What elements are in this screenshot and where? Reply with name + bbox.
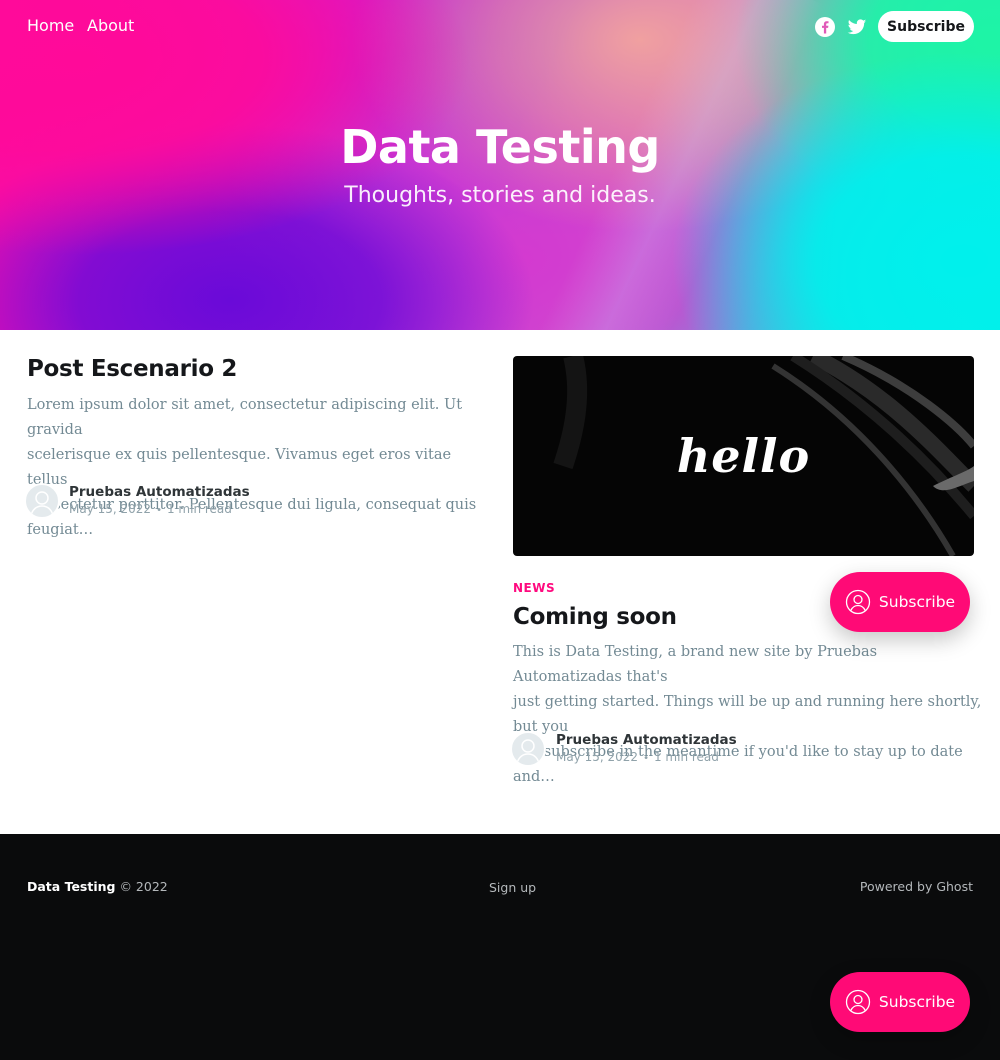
facebook-icon[interactable] <box>814 16 836 38</box>
author-name[interactable]: Pruebas Automatizadas <box>69 484 250 500</box>
nav-home-link[interactable]: Home <box>27 16 74 35</box>
post-excerpt[interactable]: Lorem ipsum dolor sit amet, consectetur … <box>27 393 487 543</box>
floating-subscribe-button[interactable]: Subscribe <box>830 572 970 632</box>
site-title: Data Testing <box>340 120 660 174</box>
post-meta: May 15, 2022 • 1 min read <box>556 750 719 764</box>
user-circle-icon <box>845 589 871 615</box>
post-date: May 15, 2022 <box>69 502 152 516</box>
twitter-icon[interactable] <box>846 16 868 38</box>
post-excerpt[interactable]: This is Data Testing, a brand new site b… <box>513 640 983 790</box>
site-description: Thoughts, stories and ideas. <box>344 183 656 208</box>
post-feature-image[interactable]: hello <box>513 356 974 556</box>
excerpt-line: consectetur porttitor. Pellentesque dui … <box>27 497 477 538</box>
floating-subscribe-button[interactable]: Subscribe <box>830 972 970 1032</box>
meta-separator: • <box>643 753 649 764</box>
reading-time: 1 min read <box>166 502 232 516</box>
floating-subscribe-label: Subscribe <box>878 993 956 1011</box>
excerpt-line: Lorem ipsum dolor sit amet, consectetur … <box>27 397 463 438</box>
post-title[interactable]: Coming soon <box>513 604 677 630</box>
footer-signup-link[interactable]: Sign up <box>489 880 536 895</box>
author-name[interactable]: Pruebas Automatizadas <box>556 732 737 748</box>
footer-site-link[interactable]: Data Testing <box>27 879 115 894</box>
header-subscribe-button[interactable]: Subscribe <box>878 11 974 42</box>
reading-time: 1 min read <box>653 750 719 764</box>
nav-about-link[interactable]: About <box>87 16 134 35</box>
powered-by-ghost-link[interactable]: Powered by Ghost <box>860 879 973 894</box>
user-circle-icon <box>845 989 871 1015</box>
footer-copyright: Data Testing © 2022 <box>27 879 168 894</box>
site-header: Home About Subscribe Data Testing Though… <box>0 0 1000 330</box>
post-meta: May 15, 2022 • 1 min read <box>69 502 232 516</box>
floating-subscribe-label: Subscribe <box>878 593 956 611</box>
author-avatar[interactable] <box>510 731 546 767</box>
post-title[interactable]: Post Escenario 2 <box>27 356 237 382</box>
post-tag[interactable]: NEWS <box>513 581 555 595</box>
excerpt-line: This is Data Testing, a brand new site b… <box>513 644 878 685</box>
copyright-text: © 2022 <box>119 879 168 894</box>
meta-separator: • <box>156 505 162 516</box>
feature-image-text: hello <box>676 429 811 483</box>
author-avatar[interactable] <box>24 483 60 519</box>
post-date: May 15, 2022 <box>556 750 639 764</box>
